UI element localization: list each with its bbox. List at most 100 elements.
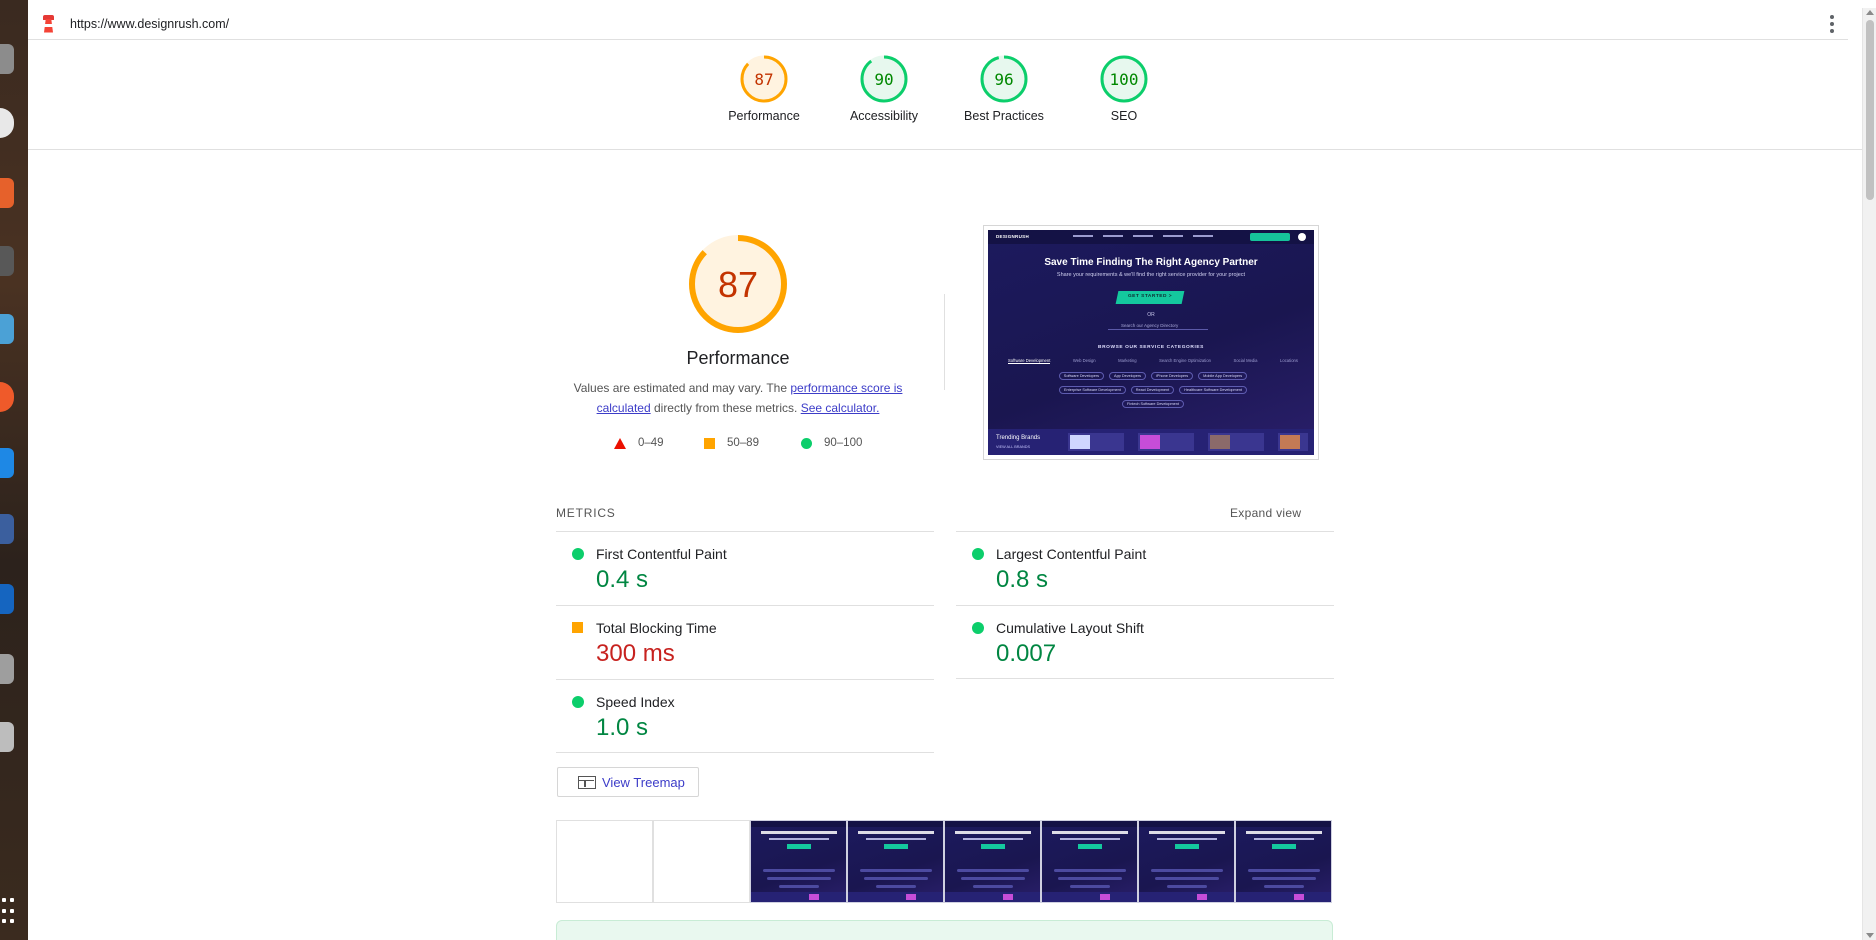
dock-app-icon[interactable]: [0, 382, 14, 412]
see-calculator-link[interactable]: See calculator.: [801, 401, 880, 415]
pass-circle-icon: [972, 622, 984, 634]
scroll-down-icon[interactable]: [1866, 933, 1874, 938]
screenshot-chip: React Development: [1130, 386, 1175, 394]
pass-circle-icon: [572, 548, 584, 560]
filmstrip-frame: [847, 820, 944, 903]
filmstrip-frame: [750, 820, 847, 903]
performance-gauge-ring: 87: [740, 55, 788, 103]
filmstrip-frame: [556, 820, 653, 903]
best-practices-gauge-ring: 96: [980, 55, 1028, 103]
screenshot-tab: Locations: [1280, 358, 1298, 363]
screenshot-cta: GET STARTED >: [1127, 294, 1173, 299]
legend-average: 50–89: [704, 437, 759, 449]
screenshot-chips: Software Developers App Developers iPhon…: [1018, 372, 1288, 414]
show-apps-icon[interactable]: [2, 898, 14, 926]
passed-audits-box[interactable]: [556, 920, 1333, 940]
report-topbar: https://www.designrush.com/: [28, 8, 1848, 40]
desc-text: Values are estimated and may vary. The: [573, 381, 791, 395]
divider: [944, 294, 945, 390]
dock-app-icon[interactable]: [0, 584, 14, 614]
final-screenshot[interactable]: DESIGNRUSH Save Time Finding The Right A…: [983, 225, 1319, 460]
gauge-best-practices[interactable]: 96 Best Practices: [944, 54, 1064, 123]
metric-name: Cumulative Layout Shift: [996, 620, 1144, 636]
more-options-icon[interactable]: [1830, 15, 1834, 33]
dock-app-icon[interactable]: [0, 314, 14, 344]
metric-tbt: Total Blocking Time 300 ms: [556, 605, 934, 679]
screenshot-chip: Enterprise Software Development: [1059, 386, 1126, 394]
metric-name: Largest Contentful Paint: [996, 546, 1147, 562]
screenshot-tabs: Software Development Web Design Marketin…: [1008, 358, 1298, 364]
scrollbar-thumb[interactable]: [1866, 20, 1874, 200]
screenshot-subline: Share your requirements & we'll find the…: [1056, 272, 1246, 278]
expand-view-toggle[interactable]: Expand view: [1230, 506, 1301, 520]
gauge-label: Best Practices: [964, 109, 1044, 123]
dock-app-icon[interactable]: [0, 246, 14, 276]
legend-fail: 0–49: [614, 437, 664, 449]
screenshot-tab: Web Design: [1072, 358, 1096, 363]
category-scores-header: 87 Performance 90 Accessibility 96 Best …: [28, 40, 1862, 150]
legend-range: 50–89: [727, 437, 759, 449]
screenshot-search: Search our Agency Directory: [1121, 323, 1179, 328]
metric-value: 0.007: [996, 640, 1057, 667]
metric-fcp: First Contentful Paint 0.4 s: [556, 531, 934, 605]
performance-main-gauge: 87: [676, 232, 800, 342]
filmstrip-frame: [944, 820, 1041, 903]
metric-value: 0.4 s: [596, 566, 649, 593]
treemap-icon: [578, 775, 596, 789]
filmstrip-frame: [1138, 820, 1235, 903]
filmstrip-frame: [653, 820, 750, 903]
filmstrip-frame: [1235, 820, 1332, 903]
report-url[interactable]: https://www.designrush.com/: [70, 17, 229, 31]
dock-app-icon[interactable]: [0, 654, 14, 684]
filmstrip-frame: [1041, 820, 1138, 903]
gauge-performance[interactable]: 87 Performance: [704, 54, 824, 123]
gauge-label: Accessibility: [849, 109, 919, 123]
screenshot-chip: Mobile App Developers: [1198, 372, 1248, 380]
screenshot-footer-title: Trending Brands: [996, 435, 1041, 441]
screenshot-browse: BROWSE OUR SERVICE CATEGORIES: [1098, 345, 1204, 350]
dock-app-icon[interactable]: [0, 722, 14, 752]
screenshot-footer: Trending Brands VIEW ALL BRANDS: [988, 429, 1314, 455]
page-scrollbar[interactable]: [1862, 8, 1876, 940]
treemap-label: View Treemap: [602, 774, 685, 790]
legend-range: 90–100: [824, 437, 863, 449]
gauge-score: 90: [874, 70, 893, 89]
legend-range: 0–49: [638, 437, 664, 449]
view-treemap-button[interactable]: View Treemap: [557, 767, 699, 797]
gauge-label: Performance: [728, 109, 800, 123]
dock-app-icon[interactable]: [0, 178, 14, 208]
gauge-seo[interactable]: 100 SEO: [1064, 54, 1184, 123]
metric-divider: [556, 752, 934, 753]
triangle-icon: [614, 437, 626, 449]
seo-gauge-ring: 100: [1100, 55, 1148, 103]
metrics-heading: METRICS: [556, 506, 616, 520]
screenshot-tab: Software Development: [1008, 358, 1051, 364]
metric-name: Total Blocking Time: [596, 620, 717, 636]
dock-app-icon[interactable]: [0, 108, 14, 138]
performance-score: 87: [718, 264, 758, 305]
pass-circle-icon: [972, 548, 984, 560]
dock-app-icon[interactable]: [0, 44, 14, 74]
square-icon: [704, 437, 715, 449]
metric-name: First Contentful Paint: [596, 546, 727, 562]
average-square-icon: [572, 622, 583, 633]
screenshot-headline: Save Time Finding The Right Agency Partn…: [1044, 257, 1258, 268]
screenshot-chip: iPhone Developers: [1151, 372, 1194, 380]
screenshot-nav: DESIGNRUSH: [988, 230, 1314, 244]
legend-pass: 90–100: [801, 437, 862, 449]
metric-value: 300 ms: [596, 640, 675, 667]
metric-lcp: Largest Contentful Paint 0.8 s: [956, 531, 1334, 605]
score-legend: 0–49 50–89 90–100: [604, 437, 904, 453]
desc-text: directly from these metrics.: [650, 401, 801, 415]
gauge-accessibility[interactable]: 90 Accessibility: [824, 54, 944, 123]
dock-app-icon[interactable]: [0, 448, 14, 478]
circle-icon: [801, 437, 812, 449]
pass-circle-icon: [572, 696, 584, 708]
metric-divider: [956, 678, 1334, 679]
metric-value: 0.8 s: [996, 566, 1049, 593]
dock-app-icon[interactable]: [0, 514, 14, 544]
screenshot-tab: Marketing: [1118, 358, 1137, 363]
gauge-score: 100: [1110, 70, 1139, 89]
os-dock: [0, 0, 28, 940]
scroll-up-icon[interactable]: [1866, 10, 1874, 15]
